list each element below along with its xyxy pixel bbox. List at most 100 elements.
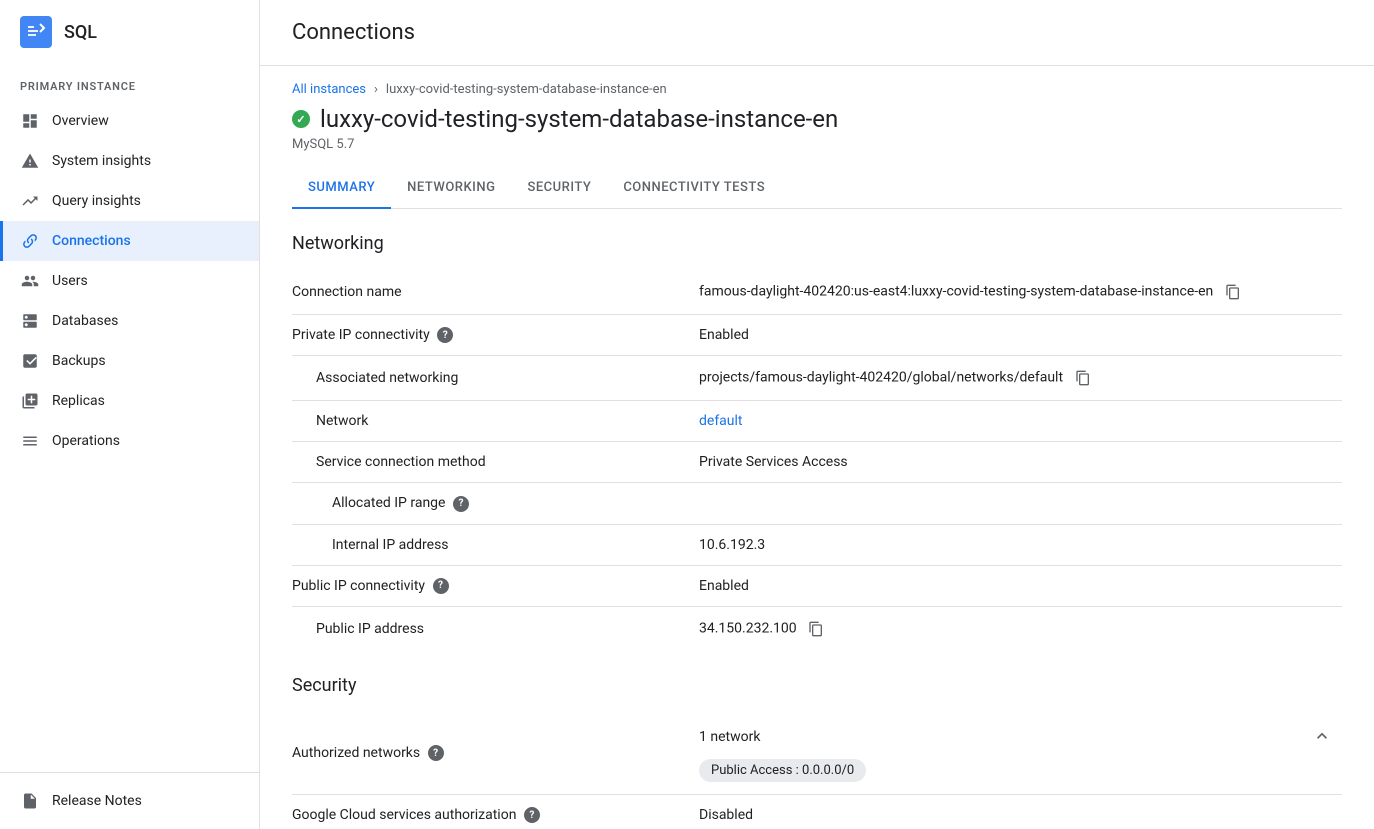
value-google-cloud-auth: Disabled bbox=[691, 794, 1342, 829]
value-allocated-ip-range bbox=[691, 483, 1342, 524]
row-connection-name: Connection name famous-daylight-402420:u… bbox=[292, 270, 1342, 315]
value-network: default bbox=[691, 401, 1342, 442]
sidebar-label-replicas: Replicas bbox=[52, 393, 105, 409]
tab-networking[interactable]: NETWORKING bbox=[391, 168, 511, 209]
copy-associated-networking-button[interactable] bbox=[1071, 368, 1095, 388]
sidebar-label-databases: Databases bbox=[52, 313, 118, 329]
help-icon-authorized-networks[interactable]: ? bbox=[428, 745, 444, 761]
tab-connectivity-tests[interactable]: CONNECTIVITY TESTS bbox=[607, 168, 781, 209]
row-google-cloud-auth: Google Cloud services authorization ? Di… bbox=[292, 794, 1342, 829]
sidebar-item-system-insights[interactable]: System insights bbox=[0, 141, 259, 181]
sidebar-bottom: Release Notes bbox=[0, 772, 259, 829]
row-allocated-ip-range: Allocated IP range ? bbox=[292, 483, 1342, 524]
networking-section-title: Networking bbox=[292, 233, 1342, 254]
page-header: Connections bbox=[260, 0, 1374, 66]
query-insights-icon bbox=[20, 191, 40, 211]
sidebar-header: SQL bbox=[0, 0, 259, 64]
system-insights-icon bbox=[20, 151, 40, 171]
connections-icon bbox=[20, 231, 40, 251]
tab-security[interactable]: SECURITY bbox=[511, 168, 607, 209]
sidebar-label-operations: Operations bbox=[52, 433, 120, 449]
value-authorized-networks: 1 network Public Access : 0.0.0.0/0 bbox=[691, 712, 1342, 795]
network-link[interactable]: default bbox=[699, 413, 743, 429]
sidebar-item-users[interactable]: Users bbox=[0, 261, 259, 301]
breadcrumb-all-instances[interactable]: All instances bbox=[292, 82, 366, 97]
copy-connection-name-button[interactable] bbox=[1221, 282, 1245, 302]
sql-logo bbox=[20, 16, 52, 48]
sidebar-label-release-notes: Release Notes bbox=[52, 793, 142, 809]
sidebar-item-connections[interactable]: Connections bbox=[0, 221, 259, 261]
label-network: Network bbox=[292, 401, 691, 442]
network-badge: Public Access : 0.0.0.0/0 bbox=[699, 759, 866, 782]
sidebar-label-backups: Backups bbox=[52, 353, 106, 369]
label-allocated-ip-range: Allocated IP range ? bbox=[292, 483, 691, 524]
label-associated-networking: Associated networking bbox=[292, 356, 691, 401]
sidebar-label-system-insights: System insights bbox=[52, 153, 151, 169]
copy-public-ip-button[interactable] bbox=[804, 619, 828, 639]
networks-header: 1 network bbox=[699, 724, 1334, 751]
value-internal-ip: 10.6.192.3 bbox=[691, 524, 1342, 565]
databases-icon bbox=[20, 311, 40, 331]
backups-icon bbox=[20, 351, 40, 371]
instance-version: MySQL 5.7 bbox=[292, 137, 1342, 152]
value-public-ip-address: 34.150.232.100 bbox=[691, 606, 1342, 651]
sidebar-item-release-notes[interactable]: Release Notes bbox=[0, 781, 259, 821]
release-notes-icon bbox=[20, 791, 40, 811]
row-public-ip-connectivity: Public IP connectivity ? Enabled bbox=[292, 565, 1342, 606]
sidebar-label-query-insights: Query insights bbox=[52, 193, 141, 209]
collapse-networks-button[interactable] bbox=[1310, 724, 1334, 751]
row-internal-ip: Internal IP address 10.6.192.3 bbox=[292, 524, 1342, 565]
sidebar-item-databases[interactable]: Databases bbox=[0, 301, 259, 341]
security-table: Authorized networks ? 1 network bbox=[292, 712, 1342, 829]
label-internal-ip: Internal IP address bbox=[292, 524, 691, 565]
users-icon bbox=[20, 271, 40, 291]
main-scroll-area: All instances › luxxy-covid-testing-syst… bbox=[260, 66, 1374, 829]
breadcrumb-separator: › bbox=[374, 82, 378, 97]
label-private-ip: Private IP connectivity ? bbox=[292, 315, 691, 356]
operations-icon bbox=[20, 431, 40, 451]
label-service-connection-method: Service connection method bbox=[292, 442, 691, 483]
help-icon-allocated-ip[interactable]: ? bbox=[453, 496, 469, 512]
sidebar-label-connections: Connections bbox=[52, 233, 131, 249]
row-public-ip-address: Public IP address 34.150.232.100 bbox=[292, 606, 1342, 651]
tabs-bar: SUMMARY NETWORKING SECURITY CONNECTIVITY… bbox=[292, 168, 1342, 209]
row-network: Network default bbox=[292, 401, 1342, 442]
networking-table: Connection name famous-daylight-402420:u… bbox=[292, 270, 1342, 651]
tab-summary[interactable]: SUMMARY bbox=[292, 168, 391, 209]
security-section-divider: Security bbox=[292, 675, 1342, 696]
networks-badges: Public Access : 0.0.0.0/0 bbox=[699, 759, 1334, 782]
sidebar: SQL PRIMARY INSTANCE Overview System ins… bbox=[0, 0, 260, 829]
instance-name: luxxy-covid-testing-system-database-inst… bbox=[320, 105, 838, 133]
sidebar-item-replicas[interactable]: Replicas bbox=[0, 381, 259, 421]
overview-icon bbox=[20, 111, 40, 131]
sidebar-label-users: Users bbox=[52, 273, 88, 289]
status-indicator bbox=[292, 110, 310, 128]
section-label: PRIMARY INSTANCE bbox=[0, 64, 259, 101]
row-private-ip-connectivity: Private IP connectivity ? Enabled bbox=[292, 315, 1342, 356]
breadcrumb: All instances › luxxy-covid-testing-syst… bbox=[292, 66, 1342, 105]
tab-content: Networking Connection name famous-daylig… bbox=[292, 209, 1342, 829]
help-icon-google-cloud-auth[interactable]: ? bbox=[524, 807, 540, 823]
value-connection-name: famous-daylight-402420:us-east4:luxxy-co… bbox=[691, 270, 1342, 315]
replicas-icon bbox=[20, 391, 40, 411]
security-section-title: Security bbox=[292, 675, 1342, 696]
value-associated-networking: projects/famous-daylight-402420/global/n… bbox=[691, 356, 1342, 401]
breadcrumb-instance: luxxy-covid-testing-system-database-inst… bbox=[386, 82, 667, 97]
sidebar-item-backups[interactable]: Backups bbox=[0, 341, 259, 381]
value-service-connection-method: Private Services Access bbox=[691, 442, 1342, 483]
sidebar-label-overview: Overview bbox=[52, 113, 109, 129]
sidebar-item-query-insights[interactable]: Query insights bbox=[0, 181, 259, 221]
sidebar-item-overview[interactable]: Overview bbox=[0, 101, 259, 141]
connection-name-text: famous-daylight-402420:us-east4:luxxy-co… bbox=[699, 284, 1213, 300]
networks-count: 1 network bbox=[699, 729, 760, 745]
sidebar-item-operations[interactable]: Operations bbox=[0, 421, 259, 461]
label-google-cloud-auth: Google Cloud services authorization ? bbox=[292, 794, 691, 829]
value-private-ip: Enabled bbox=[691, 315, 1342, 356]
label-connection-name: Connection name bbox=[292, 270, 691, 315]
help-icon-public-ip[interactable]: ? bbox=[433, 578, 449, 594]
row-associated-networking: Associated networking projects/famous-da… bbox=[292, 356, 1342, 401]
help-icon-private-ip[interactable]: ? bbox=[437, 327, 453, 343]
label-public-ip-address: Public IP address bbox=[292, 606, 691, 651]
row-service-connection-method: Service connection method Private Servic… bbox=[292, 442, 1342, 483]
instance-title-row: luxxy-covid-testing-system-database-inst… bbox=[292, 105, 1342, 133]
